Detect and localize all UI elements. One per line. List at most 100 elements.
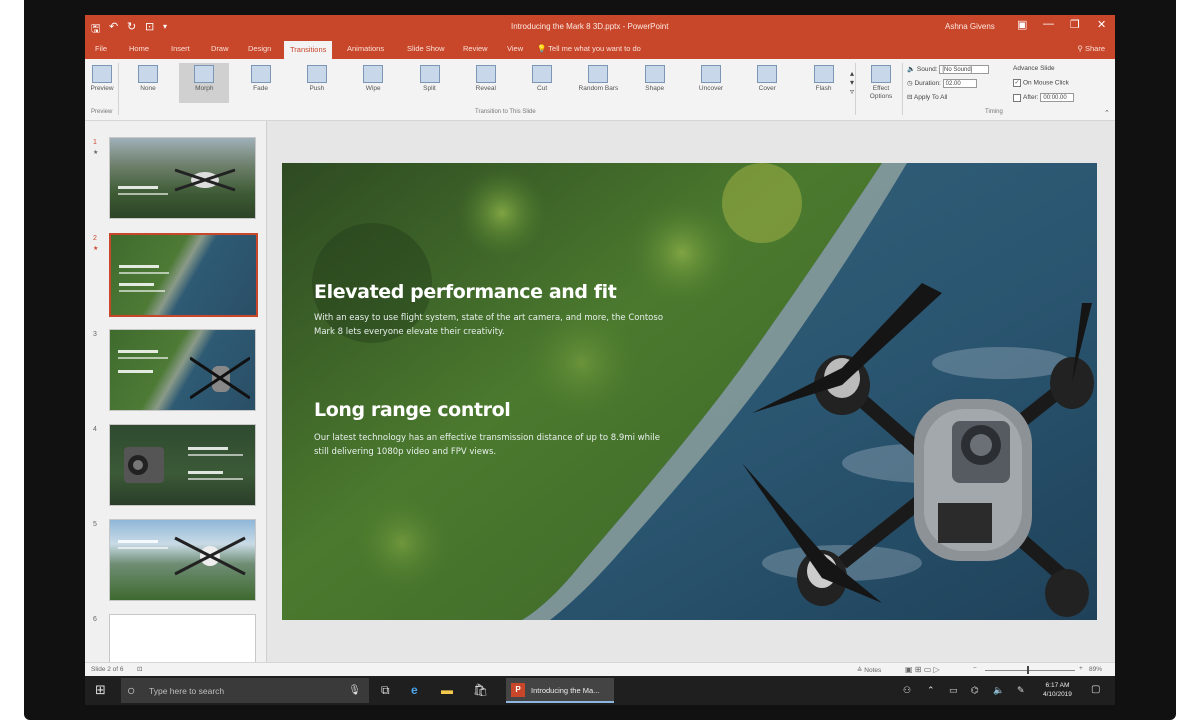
slide-body-performance[interactable]: With an easy to use flight system, state…: [314, 311, 674, 339]
slide-thumbnail-5[interactable]: [109, 519, 256, 601]
tab-animations[interactable]: Animations: [347, 44, 384, 53]
ribbon-display-icon[interactable]: ▣: [1017, 18, 1027, 31]
powerpoint-task-label: Introducing the Ma...: [531, 686, 600, 695]
transitions-group-label: Transition to This Slide: [475, 109, 536, 115]
taskbar-clock[interactable]: 6:17 AM 4/10/2019: [1043, 681, 1072, 699]
transition-none-icon: [138, 65, 158, 83]
minimize-button[interactable]: —: [1043, 18, 1054, 30]
tab-transitions[interactable]: Transitions: [284, 41, 333, 59]
transition-random-bars[interactable]: Random Bars: [573, 63, 623, 103]
windows-start-icon[interactable]: ⊞: [95, 682, 106, 698]
lightbulb-icon: 💡: [537, 44, 547, 53]
tab-design[interactable]: Design: [248, 44, 271, 53]
slide-thumbnail-6[interactable]: [109, 614, 256, 663]
transition-label: Wipe: [365, 85, 381, 92]
slide-canvas[interactable]: Elevated performance and fit With an eas…: [282, 163, 1097, 620]
spelling-icon[interactable]: ⊡: [137, 665, 142, 673]
tab-home[interactable]: Home: [129, 44, 149, 53]
tab-insert[interactable]: Insert: [171, 44, 190, 53]
save-icon[interactable]: 🖫: [91, 20, 100, 39]
transition-star-icon: ★: [93, 246, 99, 252]
microphone-icon[interactable]: 🎙: [348, 685, 361, 696]
redo-icon[interactable]: ↻: [127, 20, 136, 33]
pen-icon[interactable]: ✎: [1017, 685, 1025, 696]
tab-slide-show[interactable]: Slide Show: [407, 44, 445, 53]
drone-image: [174, 536, 246, 576]
duration-input[interactable]: 02.00: [942, 79, 977, 88]
gallery-scroll[interactable]: ▴ ▾ ▿: [850, 69, 854, 96]
sound-dropdown[interactable]: [No Sound]: [939, 65, 990, 74]
transition-shape[interactable]: Shape: [630, 63, 680, 103]
transition-label: Reveal: [475, 85, 496, 92]
thumb-text: [188, 471, 223, 474]
present-icon[interactable]: ⊡: [145, 20, 154, 33]
on-mouse-click-checkbox[interactable]: ✓ On Mouse Click: [1013, 79, 1069, 87]
notification-icon[interactable]: ▢: [1091, 684, 1100, 695]
transition-reveal[interactable]: Reveal: [461, 63, 511, 103]
people-icon[interactable]: ⚇: [903, 685, 911, 696]
taskbar-search[interactable]: ○ Type here to search 🎙: [121, 678, 369, 703]
sorter-view-icon[interactable]: ⊞: [915, 665, 922, 674]
transition-cut[interactable]: Cut: [517, 63, 567, 103]
after-input[interactable]: 00:00.00: [1040, 93, 1075, 102]
tab-view[interactable]: View: [507, 44, 523, 53]
notes-button[interactable]: ≙ Notes: [857, 666, 881, 674]
user-name[interactable]: Ashna Givens: [945, 22, 995, 31]
network-icon[interactable]: ⌬: [971, 685, 979, 696]
preview-button[interactable]: Preview: [87, 63, 117, 103]
after-checkbox[interactable]: After: 00:00.00: [1013, 93, 1075, 102]
slide-thumbnail-1[interactable]: [109, 137, 256, 219]
slide-body-range[interactable]: Our latest technology has an effective t…: [314, 431, 674, 459]
undo-icon[interactable]: ↶: [109, 20, 118, 33]
tell-me-search[interactable]: 💡 Tell me what you want to do: [537, 44, 641, 53]
transition-flash[interactable]: Flash: [799, 63, 849, 103]
battery-icon[interactable]: ▭: [949, 685, 958, 696]
transition-fade[interactable]: Fade: [236, 63, 286, 103]
slide-thumbnail-2[interactable]: [109, 233, 258, 317]
transition-wipe[interactable]: Wipe: [348, 63, 398, 103]
tab-file[interactable]: File: [95, 44, 107, 53]
task-view-icon[interactable]: ⧉: [381, 683, 390, 698]
transition-none[interactable]: None: [123, 63, 173, 103]
editor-area: 1 ★ 2 ★ 3 4 5 6 Elevated performance and…: [85, 121, 1115, 663]
transition-split[interactable]: Split: [405, 63, 455, 103]
file-explorer-icon[interactable]: ▬: [441, 683, 453, 697]
zoom-in-icon[interactable]: +: [1079, 665, 1083, 672]
collapse-ribbon-icon[interactable]: ⌃: [1104, 109, 1110, 117]
reading-view-icon[interactable]: ▭: [924, 665, 932, 674]
transition-fade-icon: [250, 65, 271, 83]
transition-shape-icon: [644, 65, 665, 83]
restore-button[interactable]: ❐: [1070, 18, 1080, 31]
zoom-level[interactable]: 89%: [1089, 666, 1102, 673]
effect-options-button[interactable]: Effect Options: [863, 63, 899, 103]
store-icon[interactable]: 🛍: [473, 683, 488, 697]
transition-cover[interactable]: Cover: [742, 63, 792, 103]
zoom-slider[interactable]: [985, 670, 1075, 671]
slide-heading-range[interactable]: Long range control: [314, 399, 511, 421]
chevron-up-icon[interactable]: ⌃: [927, 685, 935, 696]
tab-draw[interactable]: Draw: [211, 44, 229, 53]
view-buttons[interactable]: ▣ ⊞ ▭ ▷: [905, 665, 940, 674]
zoom-out-icon[interactable]: −: [973, 665, 977, 672]
slideshow-view-icon[interactable]: ▷: [934, 665, 940, 674]
sound-row[interactable]: 🔈 Sound: [No Sound]: [907, 65, 990, 74]
transition-random-bars-icon: [588, 65, 609, 83]
apply-to-all-button[interactable]: ⊟ Apply To All: [907, 93, 947, 101]
powerpoint-taskbar-button[interactable]: P Introducing the Ma...: [506, 678, 614, 703]
slide-heading-performance[interactable]: Elevated performance and fit: [314, 281, 617, 303]
zoom-slider-thumb[interactable]: [1027, 666, 1029, 674]
slide-thumbnail-3[interactable]: [109, 329, 256, 411]
customize-toolbar-icon[interactable]: ▾: [163, 22, 167, 31]
normal-view-icon[interactable]: ▣: [905, 665, 913, 674]
transition-morph[interactable]: Morph: [179, 63, 230, 103]
transition-uncover[interactable]: Uncover: [686, 63, 736, 103]
thumbnail-number: 6: [93, 616, 97, 623]
transition-push[interactable]: Push: [292, 63, 342, 103]
share-button[interactable]: ⚲ Share: [1077, 44, 1105, 53]
tab-review[interactable]: Review: [463, 44, 488, 53]
volume-icon[interactable]: 🔈: [993, 685, 1004, 696]
edge-icon[interactable]: e: [411, 683, 418, 697]
close-button[interactable]: ✕: [1097, 18, 1106, 31]
slide-thumbnail-4[interactable]: [109, 424, 256, 506]
sound-label: Sound:: [916, 66, 938, 74]
